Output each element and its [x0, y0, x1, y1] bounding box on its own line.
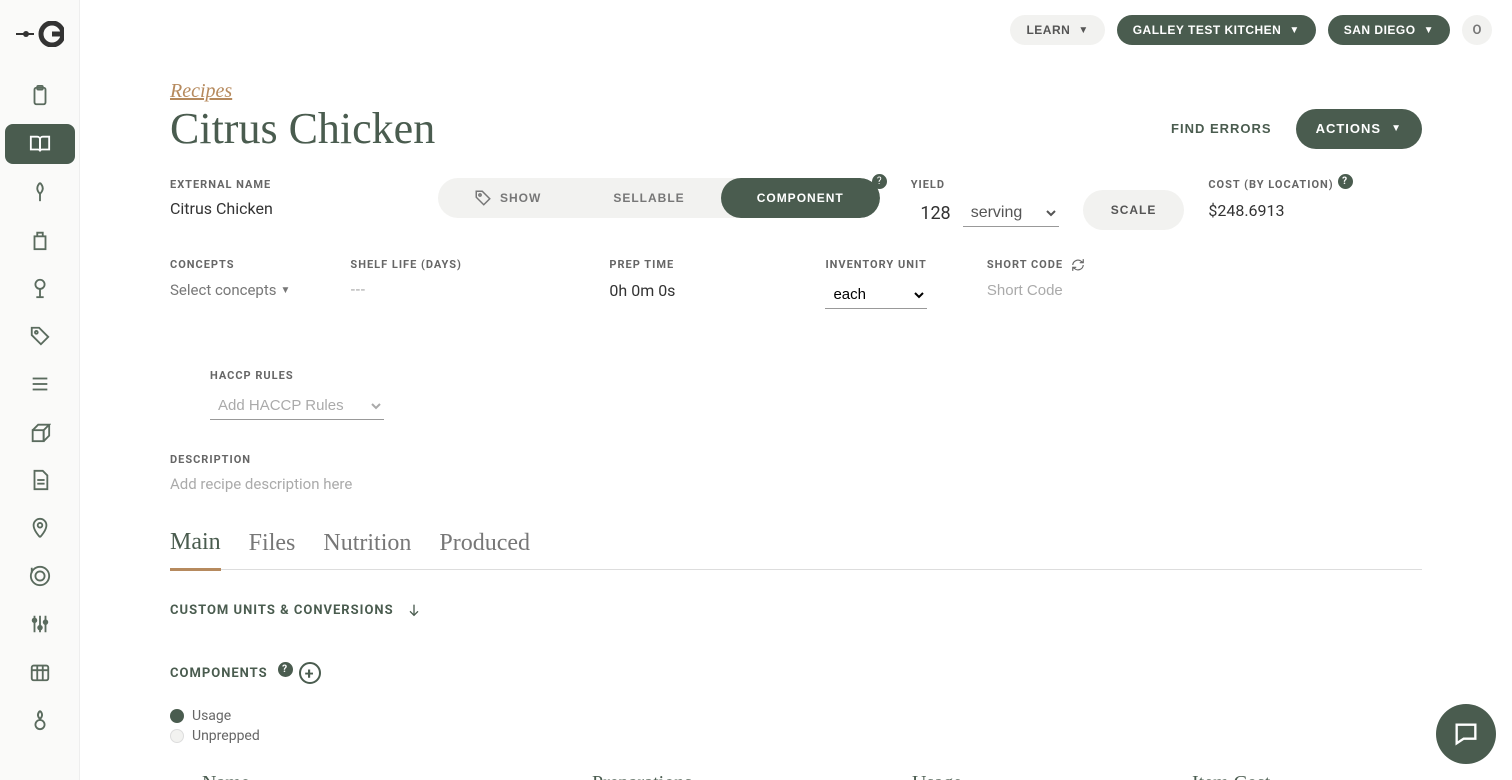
nav-recipes[interactable]	[5, 124, 75, 164]
learn-button[interactable]: LEARN▼	[1010, 15, 1104, 45]
unprepped-legend-dot	[170, 729, 184, 743]
help-icon[interactable]: ?	[278, 662, 293, 677]
refresh-icon[interactable]	[1071, 258, 1085, 272]
chevron-down-icon: ▼	[281, 285, 291, 296]
tag-icon	[474, 189, 492, 207]
nav-vendors[interactable]	[5, 220, 75, 260]
yield-unit-select[interactable]: serving	[963, 199, 1059, 227]
nav-calendar[interactable]	[5, 652, 75, 692]
nav-inventory[interactable]	[5, 412, 75, 452]
add-component-button[interactable]: +	[299, 662, 321, 684]
page-title: Citrus Chicken	[170, 103, 435, 154]
haccp-select[interactable]: Add HACCP Rules	[210, 392, 384, 420]
inventory-unit-select[interactable]: each	[825, 281, 926, 309]
shelf-life-input[interactable]	[350, 281, 549, 298]
haccp-label: HACCP RULES	[210, 369, 384, 382]
nav-catering[interactable]	[5, 556, 75, 596]
col-cost: Item Cost	[1192, 772, 1375, 780]
inventory-unit-label: INVENTORY UNIT	[825, 258, 926, 271]
yield-label: YIELD	[911, 178, 1059, 191]
custom-units-toggle[interactable]: CUSTOM UNITS & CONVERSIONS	[170, 602, 1422, 618]
actions-button[interactable]: ACTIONS▼	[1296, 109, 1422, 149]
find-errors-button[interactable]: FIND ERRORS	[1171, 121, 1272, 136]
components-label: COMPONENTS	[170, 666, 268, 681]
col-prep: Preparations	[592, 772, 912, 780]
tab-nutrition[interactable]: Nutrition	[323, 529, 411, 569]
main: LEARN▼ GALLEY TEST KITCHEN▼ SAN DIEGO▼ O…	[80, 0, 1512, 780]
breadcrumb[interactable]: Recipes	[170, 80, 232, 102]
nav-documents[interactable]	[5, 460, 75, 500]
chat-icon	[1452, 720, 1480, 748]
nav-reports[interactable]	[5, 700, 75, 740]
logo	[16, 20, 64, 48]
cost-label: COST (BY LOCATION)?	[1208, 178, 1352, 193]
chevron-down-icon: ▼	[1078, 25, 1088, 36]
cost-value: $248.6913	[1208, 201, 1352, 220]
nav-settings[interactable]	[5, 604, 75, 644]
description-input[interactable]: Add recipe description here	[170, 475, 1422, 493]
prep-time-value[interactable]: 0h 0m 0s	[609, 281, 675, 300]
chevron-down-icon: ▼	[1424, 25, 1434, 36]
chevron-down-icon: ▼	[1391, 123, 1402, 134]
nav-clipboard[interactable]	[5, 76, 75, 116]
content: Recipes Citrus Chicken FIND ERRORS ACTIO…	[80, 60, 1512, 780]
col-usage: Usage	[912, 772, 1192, 780]
sellable-toggle[interactable]: SELLABLE	[577, 178, 720, 218]
sidebar	[0, 0, 80, 780]
nav-ingredients[interactable]	[5, 172, 75, 212]
avatar[interactable]: O	[1462, 15, 1492, 45]
help-icon[interactable]: ?	[1338, 174, 1353, 189]
tab-produced[interactable]: Produced	[439, 529, 530, 569]
nav-tags[interactable]	[5, 316, 75, 356]
arrow-down-icon	[406, 602, 422, 618]
short-code-label: SHORT CODE	[987, 258, 1186, 272]
shelf-life-label: SHELF LIFE (DAYS)	[350, 258, 549, 271]
component-toggle[interactable]: COMPONENT	[721, 178, 880, 218]
help-icon[interactable]: ?	[872, 174, 887, 189]
yield-value[interactable]: 128	[911, 203, 951, 224]
nav-lists[interactable]	[5, 364, 75, 404]
components-table: Name Preparations Usage Item Cost + Chic…	[170, 760, 1422, 780]
description-label: DESCRIPTION	[170, 453, 251, 466]
short-code-input[interactable]	[987, 282, 1186, 299]
unprepped-legend-label: Unprepped	[192, 728, 260, 744]
location-selector[interactable]: SAN DIEGO▼	[1328, 15, 1450, 45]
usage-legend-dot	[170, 709, 184, 723]
topbar: LEARN▼ GALLEY TEST KITCHEN▼ SAN DIEGO▼ O	[80, 0, 1512, 60]
tab-main[interactable]: Main	[170, 529, 221, 571]
scale-button[interactable]: SCALE	[1083, 190, 1185, 230]
external-name-value[interactable]: Citrus Chicken	[170, 199, 358, 218]
usage-legend-label: Usage	[192, 708, 231, 724]
add-row-button[interactable]: +	[1375, 772, 1390, 780]
external-name-label: EXTERNAL NAME	[170, 178, 358, 191]
recipe-type-toggle: SHOW SELLABLE COMPONENT	[438, 178, 880, 218]
col-name: Name	[202, 772, 592, 780]
nav-menus[interactable]	[5, 268, 75, 308]
show-toggle[interactable]: SHOW	[438, 178, 577, 218]
nav-locations[interactable]	[5, 508, 75, 548]
kitchen-selector[interactable]: GALLEY TEST KITCHEN▼	[1117, 15, 1316, 45]
tabs: Main Files Nutrition Produced	[170, 529, 1422, 570]
chevron-down-icon: ▼	[1289, 25, 1299, 36]
tab-files[interactable]: Files	[249, 529, 296, 569]
chat-button[interactable]	[1436, 704, 1496, 764]
concepts-label: CONCEPTS	[170, 258, 290, 271]
legend: Usage Unprepped	[170, 708, 1422, 744]
prep-time-label: PREP TIME	[609, 258, 675, 271]
concepts-select[interactable]: Select concepts▼	[170, 281, 290, 299]
